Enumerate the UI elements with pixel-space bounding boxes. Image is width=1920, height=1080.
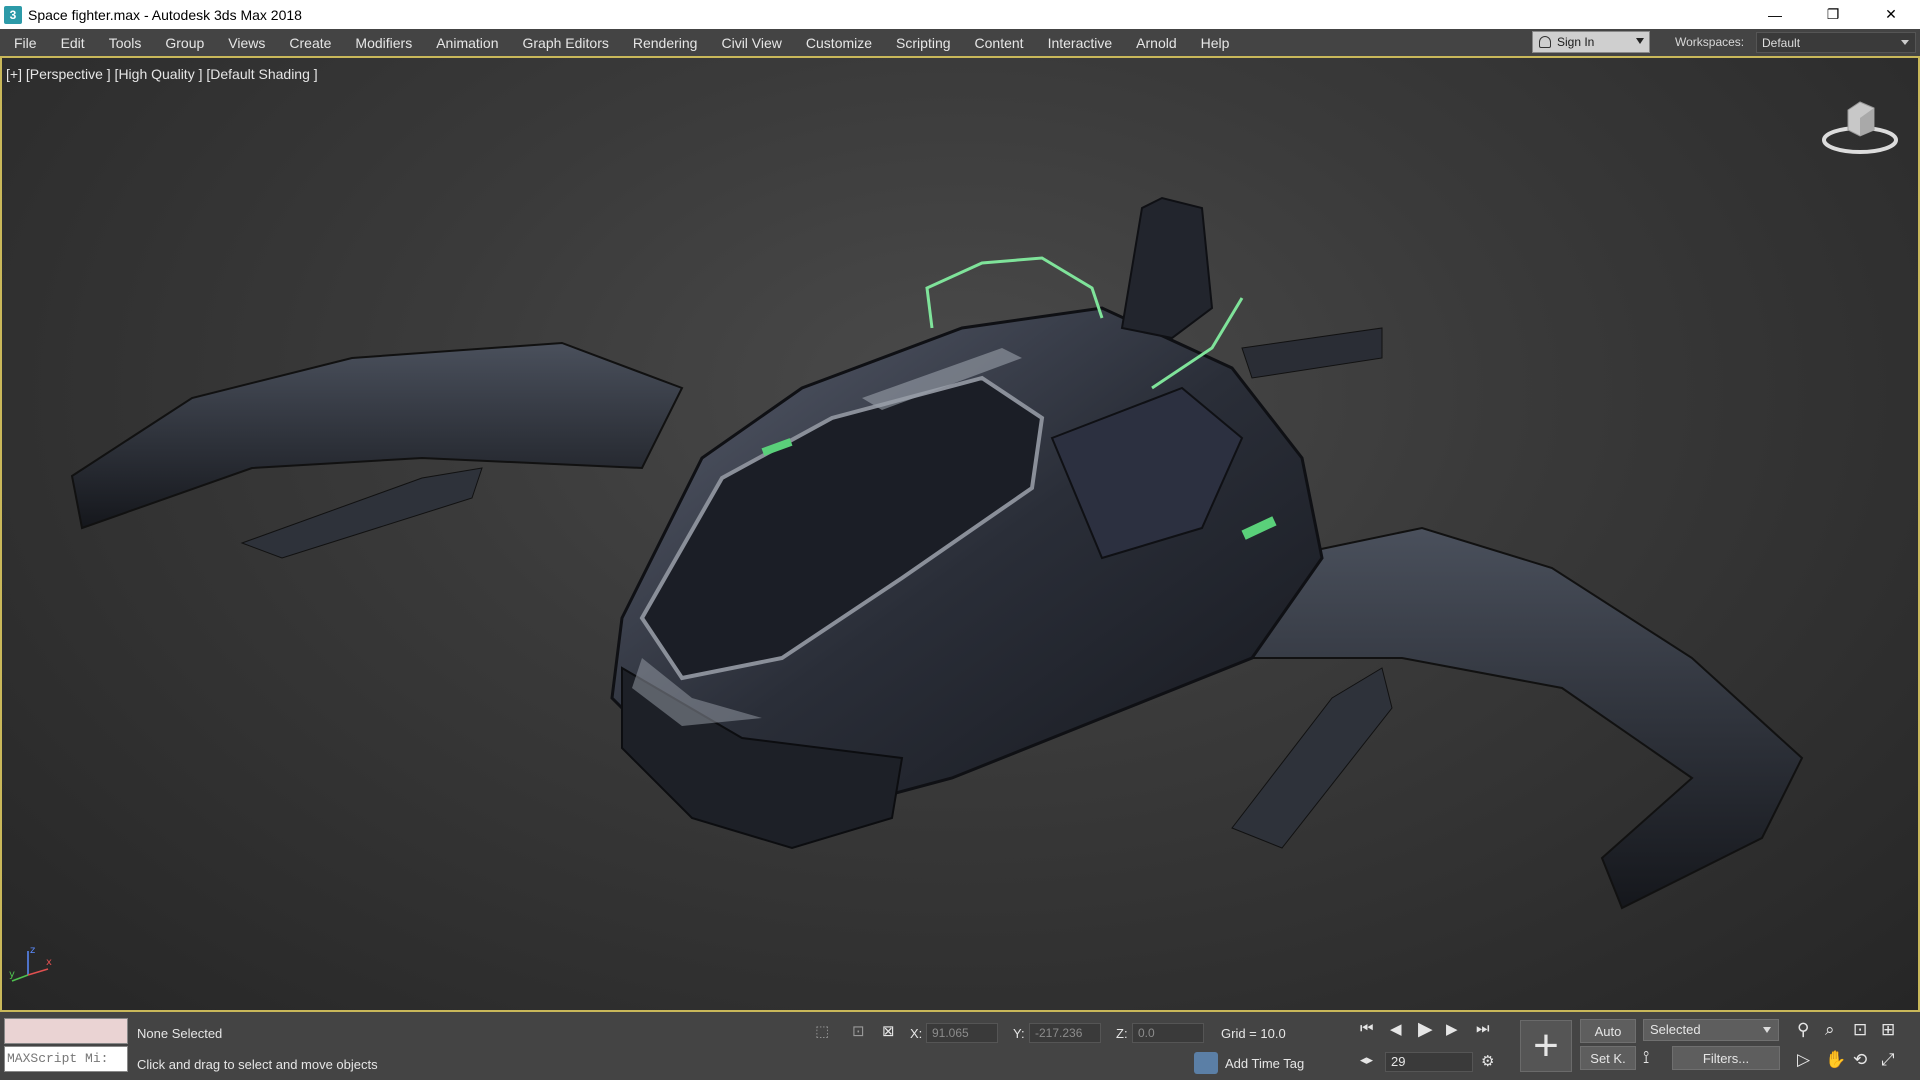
menu-interactive[interactable]: Interactive	[1036, 29, 1125, 56]
time-tag-icon[interactable]	[1194, 1052, 1218, 1074]
x-coord-field[interactable]: 91.065	[926, 1023, 998, 1043]
close-button[interactable]: ✕	[1862, 0, 1920, 29]
lock-icon[interactable]: ⊡	[852, 1022, 865, 1040]
y-coord-label: Y:	[1013, 1026, 1025, 1041]
isolate-selection-icon[interactable]: ⬚	[815, 1022, 829, 1040]
workspaces-label: Workspaces:	[1675, 35, 1745, 49]
z-coord-label: Z:	[1116, 1026, 1128, 1041]
go-to-start-icon[interactable]: ⏮	[1360, 1020, 1374, 1037]
rear-strut	[1241, 327, 1383, 379]
menu-graph-editors[interactable]: Graph Editors	[510, 29, 620, 56]
zoom-extents-all-icon[interactable]: ⊞	[1881, 1020, 1895, 1040]
window-title: Space fighter.max - Autodesk 3ds Max 201…	[28, 6, 302, 23]
menu-file[interactable]: File	[0, 29, 49, 56]
menu-bar: File Edit Tools Group Views Create Modif…	[0, 29, 1920, 56]
menu-content[interactable]: Content	[963, 29, 1036, 56]
time-configuration-icon[interactable]: ⚙	[1481, 1052, 1494, 1070]
menu-modifiers[interactable]: Modifiers	[343, 29, 424, 56]
chevron-down-icon	[1901, 40, 1909, 45]
current-frame-field[interactable]: 29	[1385, 1052, 1473, 1072]
menu-help[interactable]: Help	[1189, 29, 1242, 56]
menu-animation[interactable]: Animation	[424, 29, 510, 56]
grid-size: Grid = 10.0	[1221, 1026, 1286, 1041]
perspective-viewport[interactable]: [+] [Perspective ] [High Quality ] [Defa…	[0, 56, 1920, 1012]
field-of-view-icon[interactable]: ▷	[1797, 1050, 1810, 1070]
menu-scripting[interactable]: Scripting	[884, 29, 962, 56]
mast	[1120, 196, 1214, 340]
right-cannon	[1231, 667, 1393, 849]
prompt-line: Click and drag to select and move object…	[137, 1057, 378, 1072]
selection-status: None Selected	[137, 1026, 223, 1041]
play-icon[interactable]: ▶	[1418, 1018, 1433, 1041]
axis-y-label: y	[9, 969, 15, 980]
x-coord-label: X:	[910, 1026, 923, 1041]
zoom-icon[interactable]: ⚲	[1797, 1020, 1809, 1040]
auto-key-button[interactable]: Auto	[1580, 1019, 1636, 1043]
menu-arnold[interactable]: Arnold	[1124, 29, 1188, 56]
time-slider-arrows-icon[interactable]: ◂▸	[1360, 1052, 1373, 1068]
z-coord-field[interactable]: 0.0	[1132, 1023, 1204, 1043]
y-coord-field[interactable]: -217.236	[1029, 1023, 1101, 1043]
pan-icon[interactable]: ✋	[1825, 1050, 1846, 1070]
workspace-value: Default	[1762, 35, 1801, 50]
chevron-down-icon	[1763, 1027, 1771, 1033]
axis-z-label: z	[30, 945, 35, 956]
zoom-all-icon[interactable]: ⌕	[1825, 1020, 1835, 1040]
previous-frame-icon[interactable]: ◀	[1390, 1020, 1402, 1038]
restore-button[interactable]: ❐	[1804, 0, 1862, 29]
orbit-icon[interactable]: ⟲	[1853, 1050, 1867, 1070]
menu-tools[interactable]: Tools	[97, 29, 154, 56]
axis-x-label: x	[46, 957, 52, 968]
maxscript-mini-listener-input[interactable]: MAXScript Mi:	[4, 1046, 128, 1072]
filters-button[interactable]: Filters...	[1672, 1046, 1780, 1070]
absolute-mode-icon[interactable]: ⊠	[882, 1022, 895, 1040]
left-cannon	[240, 467, 483, 559]
menu-create[interactable]: Create	[277, 29, 343, 56]
set-key-button[interactable]: Set K.	[1580, 1046, 1636, 1070]
title-bar: 3 Space fighter.max - Autodesk 3ds Max 2…	[0, 0, 1920, 29]
maximize-viewport-icon[interactable]: ⤢	[1881, 1050, 1895, 1070]
key-mode-icon[interactable]: ⟟	[1643, 1048, 1649, 1068]
space-fighter-model[interactable]	[2, 58, 1918, 1010]
workspace-select[interactable]: Default	[1756, 32, 1916, 53]
menu-views[interactable]: Views	[216, 29, 277, 56]
viewcube-icon[interactable]	[1820, 92, 1900, 156]
status-bar: MAXScript Mi: None Selected Click and dr…	[0, 1012, 1920, 1080]
add-time-tag-button[interactable]: Add Time Tag	[1225, 1056, 1304, 1071]
app-icon: 3	[4, 5, 22, 24]
user-icon	[1539, 36, 1551, 48]
zoom-extents-icon[interactable]: ⊡	[1853, 1020, 1867, 1040]
chevron-down-icon	[1636, 38, 1644, 44]
window-controls: — ❐ ✕	[1746, 0, 1920, 29]
key-filter-value: Selected	[1650, 1022, 1701, 1037]
key-filter-select[interactable]: Selected	[1643, 1019, 1779, 1041]
menu-civil-view[interactable]: Civil View	[709, 29, 793, 56]
maxscript-listener-output[interactable]	[4, 1018, 128, 1044]
menu-customize[interactable]: Customize	[794, 29, 884, 56]
next-frame-icon[interactable]: ▶	[1446, 1020, 1458, 1038]
sign-in-label: Sign In	[1557, 35, 1595, 49]
sign-in-dropdown[interactable]: Sign In	[1532, 31, 1650, 53]
menu-group[interactable]: Group	[153, 29, 216, 56]
minimize-button[interactable]: —	[1746, 0, 1804, 29]
add-key-button[interactable]: +	[1520, 1020, 1572, 1072]
menu-edit[interactable]: Edit	[49, 29, 97, 56]
menu-rendering[interactable]: Rendering	[621, 29, 710, 56]
go-to-end-icon[interactable]: ⏭	[1476, 1020, 1490, 1037]
axis-tripod: z x y	[8, 945, 54, 990]
